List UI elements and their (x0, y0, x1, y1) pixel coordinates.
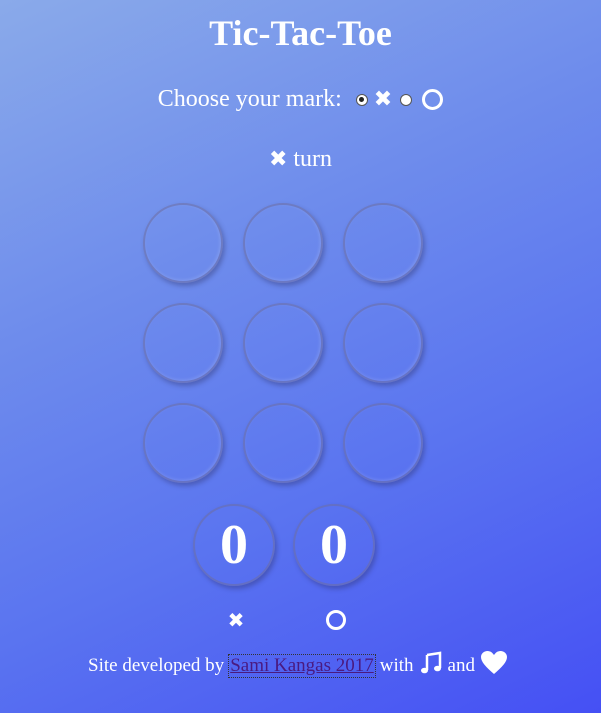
board-cell-3[interactable] (343, 203, 423, 283)
footer: Site developed by Sami Kangas 2017 with … (0, 650, 601, 682)
choose-mark-label: Choose your mark: (157, 86, 342, 112)
board-cell-9[interactable] (343, 403, 423, 483)
page-title: Tic-Tac-Toe (209, 13, 392, 53)
score-x: 0 (193, 504, 275, 586)
footer-and: and (447, 655, 475, 676)
board-cell-2[interactable] (243, 203, 323, 283)
radio-o[interactable] (400, 93, 413, 106)
footer-with: with (379, 655, 414, 676)
board-cell-8[interactable] (243, 403, 323, 483)
turn-label: turn (293, 146, 333, 172)
x-icon: ✖ (227, 608, 245, 632)
turn-indicator: ✖ turn (0, 146, 601, 173)
mark-chooser: Choose your mark: ✖ (0, 86, 601, 113)
o-icon (422, 89, 444, 110)
radio-x[interactable] (355, 93, 368, 106)
board-cell-4[interactable] (143, 303, 223, 383)
score-o: 0 (293, 504, 375, 586)
x-icon: ✖ (373, 86, 393, 112)
heart-icon (480, 650, 508, 682)
board-cell-7[interactable] (143, 403, 223, 483)
board-cell-5[interactable] (243, 303, 323, 383)
score-x-label: ✖ (221, 606, 251, 634)
score-o-label (321, 606, 351, 634)
footer-prefix: Site developed by (88, 655, 225, 676)
board-cell-6[interactable] (343, 303, 423, 383)
x-icon: ✖ (268, 146, 288, 172)
music-note-icon (419, 651, 443, 681)
board-cell-1[interactable] (143, 203, 223, 283)
author-link[interactable]: Sami Kangas 2017 (228, 654, 376, 678)
o-icon (326, 610, 346, 630)
game-board (143, 203, 429, 489)
